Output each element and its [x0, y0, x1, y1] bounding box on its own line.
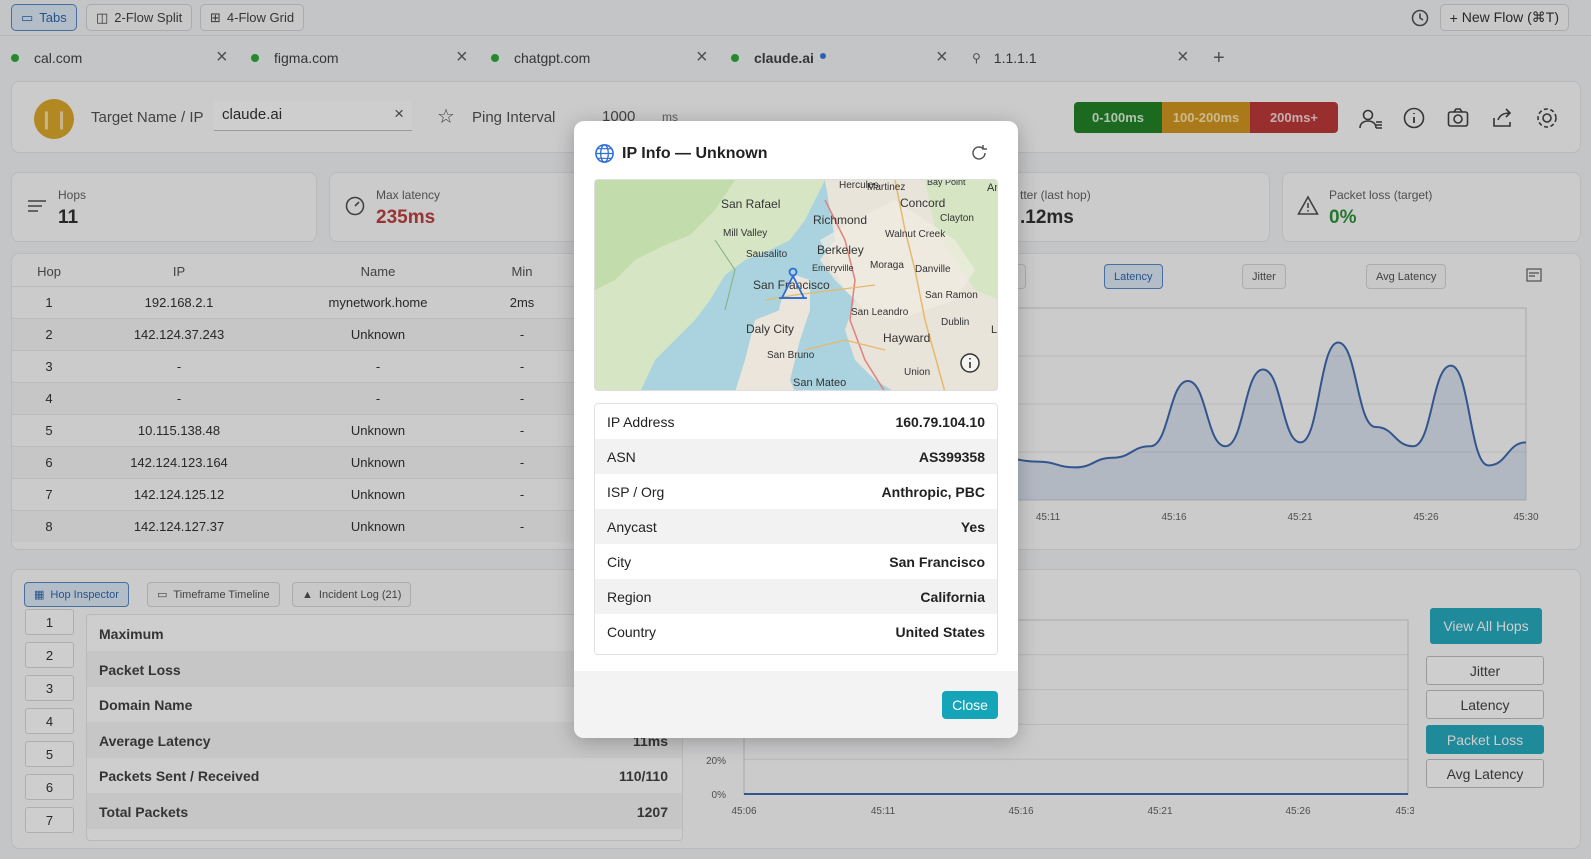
- info-row: Country United States: [595, 614, 997, 649]
- map-label: Bay Point: [927, 179, 966, 187]
- map-label: San Bruno: [767, 350, 815, 361]
- info-key: ASN: [607, 449, 636, 465]
- map-label: San Ramon: [925, 290, 978, 301]
- info-value: Yes: [960, 519, 985, 535]
- ip-info-table: IP Address 160.79.104.10 ASN AS399358 ISP / …: [594, 403, 998, 655]
- map-label: L: [991, 324, 998, 336]
- info-key: Anycast: [607, 519, 657, 535]
- info-value: Anthropic, PBC: [881, 484, 985, 500]
- info-value: 160.79.104.10: [895, 414, 985, 430]
- close-button[interactable]: Close: [942, 691, 998, 719]
- map-label: Richmond: [813, 213, 868, 227]
- map-label: Berkeley: [817, 243, 864, 257]
- info-key: IP Address: [607, 414, 675, 430]
- info-key: Region: [607, 589, 652, 605]
- map-label: An: [987, 182, 997, 194]
- map-label: San Mateo: [793, 377, 847, 389]
- map-info-icon[interactable]: [959, 352, 981, 374]
- map-label: Concord: [900, 196, 946, 210]
- location-map[interactable]: Hercules Martinez Bay Point An San Rafae…: [594, 179, 998, 391]
- map-label: Hayward: [883, 331, 931, 345]
- refresh-icon[interactable]: [969, 143, 989, 163]
- map-label: Sausalito: [746, 249, 788, 260]
- ip-info-modal: IP Info — Unknown Hercules Martinez Bay …: [574, 121, 1018, 738]
- map-label: Emeryville: [812, 263, 854, 273]
- map-label: Walnut Creek: [885, 229, 946, 240]
- info-row: Region California: [595, 579, 997, 614]
- info-key: City: [607, 554, 632, 570]
- map-label: Dublin: [941, 317, 970, 328]
- map-label: Union: [904, 367, 931, 378]
- info-row: City San Francisco: [595, 544, 997, 579]
- map-label: Martinez: [867, 182, 906, 193]
- map-label: San Rafael: [721, 197, 781, 211]
- info-row: Anycast Yes: [595, 509, 997, 544]
- info-value: San Francisco: [889, 554, 985, 570]
- info-key: Country: [607, 624, 657, 640]
- info-row: ASN AS399358: [595, 439, 997, 474]
- info-value: United States: [895, 624, 985, 640]
- info-row: ISP / Org Anthropic, PBC: [595, 474, 997, 509]
- map-label: Clayton: [940, 213, 974, 224]
- modal-footer: Close: [574, 671, 1018, 738]
- map-label: Daly City: [746, 322, 795, 336]
- location-pin-icon: [779, 267, 807, 299]
- globe-icon: [595, 144, 614, 163]
- map-label: Danville: [915, 264, 951, 275]
- map-label: San Leandro: [851, 307, 909, 318]
- map-label: Mill Valley: [723, 228, 768, 239]
- info-key: ISP / Org: [607, 484, 665, 500]
- info-row: IP Address 160.79.104.10: [595, 404, 997, 439]
- info-value: AS399358: [918, 449, 985, 465]
- map-label: Moraga: [870, 260, 904, 271]
- modal-title: IP Info — Unknown: [622, 145, 768, 162]
- info-value: California: [920, 589, 985, 605]
